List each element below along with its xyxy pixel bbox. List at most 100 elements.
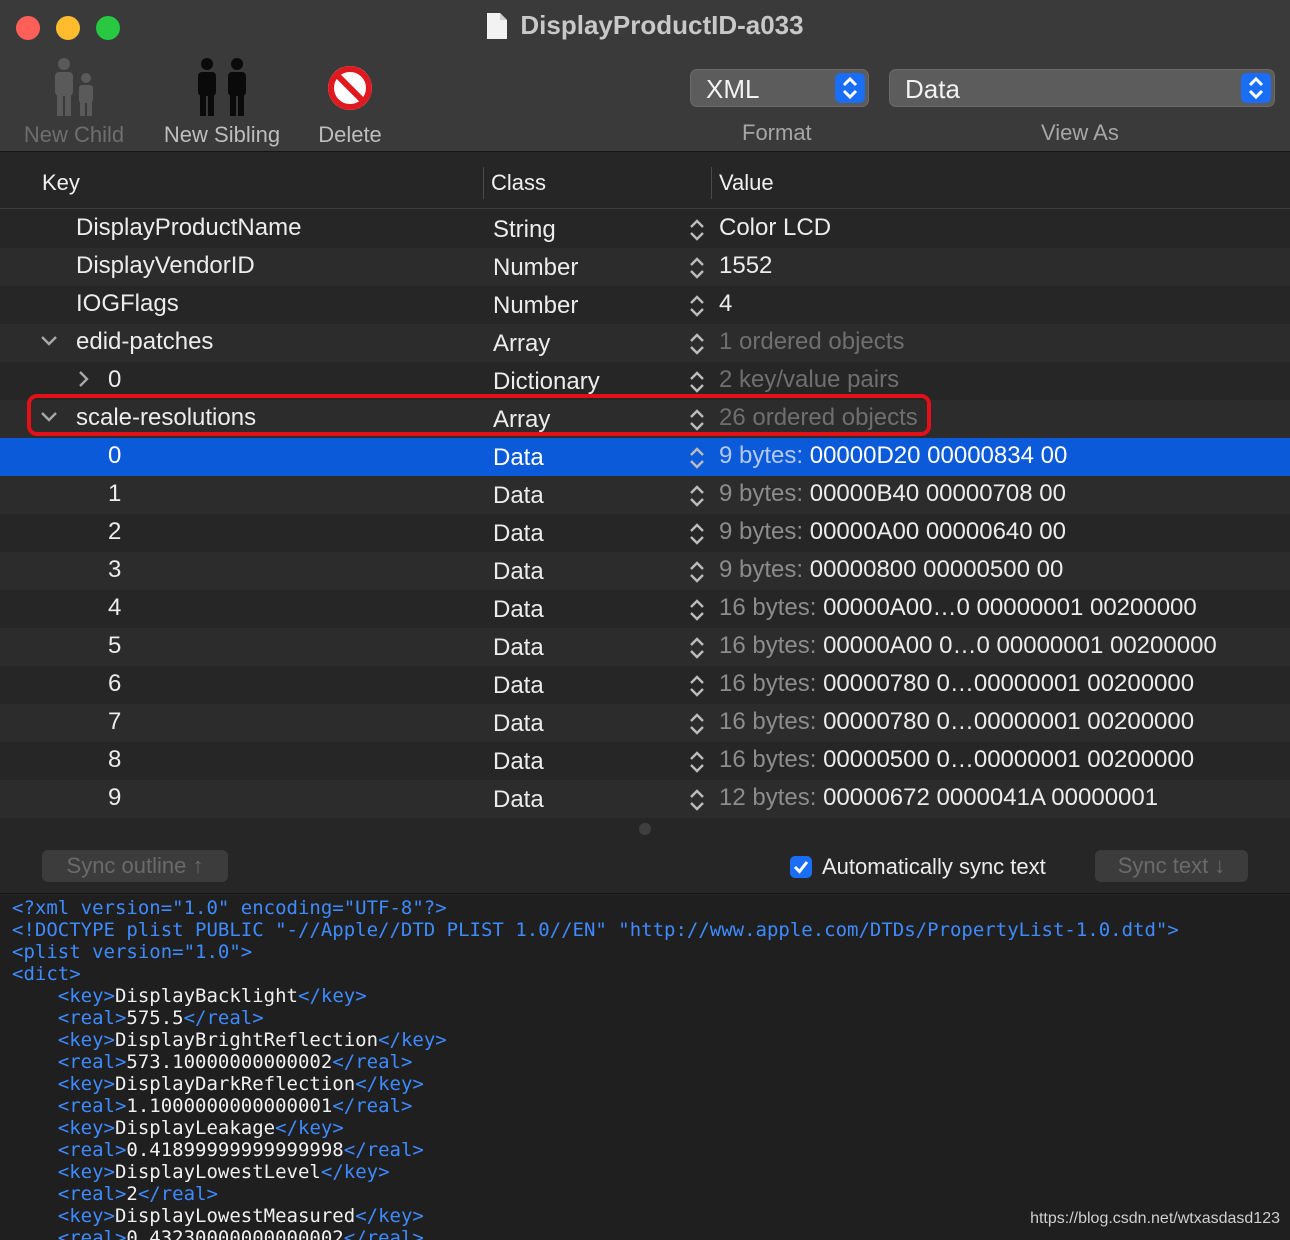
row-class[interactable]: Dictionary — [493, 368, 600, 396]
outline-row[interactable]: 2 Data 9 bytes: 00000A00 00000640 00 — [0, 514, 1290, 552]
class-stepper-icon[interactable] — [687, 673, 707, 699]
sync-text-button[interactable]: Sync text ↓ — [1095, 850, 1248, 882]
row-key[interactable]: 0 — [108, 366, 121, 394]
outline-row[interactable]: 9 Data 12 bytes: 00000672 0000041A 0000000… — [0, 780, 1290, 818]
row-class[interactable]: Data — [493, 596, 544, 624]
class-stepper-icon[interactable] — [687, 521, 707, 547]
row-class[interactable]: Data — [493, 672, 544, 700]
row-value[interactable]: 1 ordered objects — [719, 328, 904, 356]
disclosure-expanded-icon[interactable] — [37, 326, 61, 356]
class-stepper-icon[interactable] — [687, 597, 707, 623]
row-value[interactable]: 9 bytes: 00000B40 00000708 00 — [719, 480, 1066, 508]
row-key[interactable]: 5 — [108, 632, 121, 660]
row-class[interactable]: String — [493, 216, 556, 244]
row-value[interactable]: 16 bytes: 00000A00 0…0 00000001 00200000 — [719, 632, 1217, 660]
row-class[interactable]: Data — [493, 520, 544, 548]
row-key[interactable]: edid-patches — [76, 328, 213, 356]
outline-row[interactable]: DisplayVendorID Number 1552 — [0, 248, 1290, 286]
new-sibling-button[interactable]: New Sibling — [156, 56, 288, 148]
row-class[interactable]: Array — [493, 330, 550, 358]
row-class[interactable]: Data — [493, 444, 544, 472]
row-value[interactable]: 16 bytes: 00000500 0…00000001 00200000 — [719, 746, 1194, 774]
delete-button[interactable]: Delete — [306, 56, 394, 148]
column-value[interactable]: Value — [719, 170, 774, 196]
row-class[interactable]: Data — [493, 558, 544, 586]
class-stepper-icon[interactable] — [687, 217, 707, 243]
xml-source-editor[interactable]: <?xml version="1.0" encoding="UTF-8"?> <!… — [0, 895, 1290, 1240]
row-key[interactable]: 1 — [108, 480, 121, 508]
row-value[interactable]: 4 — [719, 290, 732, 318]
class-stepper-icon[interactable] — [687, 445, 707, 471]
checkmark-icon — [793, 861, 809, 874]
row-key[interactable]: 8 — [108, 746, 121, 774]
row-key[interactable]: 2 — [108, 518, 121, 546]
class-stepper-icon[interactable] — [687, 559, 707, 585]
column-divider[interactable] — [483, 167, 484, 199]
row-key[interactable]: 6 — [108, 670, 121, 698]
row-value[interactable]: 16 bytes: 00000780 0…00000001 00200000 — [719, 670, 1194, 698]
split-view-handle[interactable] — [639, 823, 651, 835]
class-stepper-icon[interactable] — [687, 635, 707, 661]
row-key[interactable]: 3 — [108, 556, 121, 584]
row-value[interactable]: 1552 — [719, 252, 772, 280]
row-class[interactable]: Number — [493, 254, 578, 282]
format-stepper-icon — [835, 73, 865, 103]
auto-sync-checkbox[interactable] — [790, 856, 812, 878]
row-class[interactable]: Data — [493, 634, 544, 662]
xml-text — [12, 1073, 58, 1095]
outline-row[interactable]: 4 Data 16 bytes: 00000A00…0 00000001 00200… — [0, 590, 1290, 628]
class-stepper-icon[interactable] — [687, 787, 707, 813]
row-key[interactable]: DisplayVendorID — [76, 252, 255, 280]
row-key[interactable]: 4 — [108, 594, 121, 622]
row-class[interactable]: Data — [493, 710, 544, 738]
column-key[interactable]: Key — [42, 170, 80, 196]
format-popup[interactable]: XML — [690, 69, 869, 107]
row-value[interactable]: Color LCD — [719, 214, 831, 242]
new-child-button[interactable]: New Child — [18, 56, 130, 148]
outline-row[interactable]: 0 Data 9 bytes: 00000D20 00000834 00 — [0, 438, 1290, 476]
class-stepper-icon[interactable] — [687, 293, 707, 319]
row-key[interactable]: 0 — [108, 442, 121, 470]
outline-row[interactable]: 5 Data 16 bytes: 00000A00 0…0 00000001 002… — [0, 628, 1290, 666]
outline-row[interactable]: 1 Data 9 bytes: 00000B40 00000708 00 — [0, 476, 1290, 514]
auto-sync-checkbox-group[interactable]: Automatically sync text — [790, 854, 1046, 880]
outline-row[interactable]: 6 Data 16 bytes: 00000780 0…00000001 00200… — [0, 666, 1290, 704]
row-class[interactable]: Number — [493, 292, 578, 320]
row-key[interactable]: 7 — [108, 708, 121, 736]
view-as-popup[interactable]: Data — [889, 69, 1275, 107]
row-class[interactable]: Data — [493, 748, 544, 776]
column-class[interactable]: Class — [491, 170, 546, 196]
class-stepper-icon[interactable] — [687, 483, 707, 509]
row-value[interactable]: 16 bytes: 00000780 0…00000001 00200000 — [719, 708, 1194, 736]
class-stepper-icon[interactable] — [687, 711, 707, 737]
disclosure-collapsed-icon[interactable] — [71, 364, 95, 394]
value-text: 00000672 0000041A 00000001 — [823, 784, 1159, 811]
xml-line: <real>575.5</real> — [12, 1007, 1290, 1029]
class-stepper-icon[interactable] — [687, 369, 707, 395]
outline-view[interactable]: Key Class Value DisplayProductName String… — [0, 153, 1290, 819]
row-value[interactable]: 9 bytes: 00000D20 00000834 00 — [719, 442, 1067, 470]
row-key[interactable]: DisplayProductName — [76, 214, 301, 242]
outline-row[interactable]: edid-patches Array 1 ordered objects — [0, 324, 1290, 362]
outline-row[interactable]: 3 Data 9 bytes: 00000800 00000500 00 — [0, 552, 1290, 590]
row-value[interactable]: 9 bytes: 00000A00 00000640 00 — [719, 518, 1066, 546]
row-class[interactable]: Data — [493, 786, 544, 814]
row-key[interactable]: 9 — [108, 784, 121, 812]
outline-row[interactable]: 7 Data 16 bytes: 00000780 0…00000001 00200… — [0, 704, 1290, 742]
row-key[interactable]: IOGFlags — [76, 290, 179, 318]
row-class[interactable]: Data — [493, 482, 544, 510]
row-value[interactable]: 9 bytes: 00000800 00000500 00 — [719, 556, 1063, 584]
outline-row[interactable]: IOGFlags Number 4 — [0, 286, 1290, 324]
class-stepper-icon[interactable] — [687, 749, 707, 775]
column-divider[interactable] — [711, 167, 712, 199]
xml-tag: </key> — [378, 1029, 447, 1051]
class-stepper-icon[interactable] — [687, 255, 707, 281]
xml-line: <?xml version="1.0" encoding="UTF-8"?> — [12, 897, 1290, 919]
outline-row[interactable]: DisplayProductName String Color LCD — [0, 210, 1290, 248]
row-value[interactable]: 2 key/value pairs — [719, 366, 899, 394]
row-value[interactable]: 16 bytes: 00000A00…0 00000001 00200000 — [719, 594, 1197, 622]
outline-row[interactable]: 8 Data 16 bytes: 00000500 0…00000001 00200… — [0, 742, 1290, 780]
class-stepper-icon[interactable] — [687, 331, 707, 357]
sync-outline-button[interactable]: Sync outline ↑ — [42, 850, 228, 882]
row-value[interactable]: 12 bytes: 00000672 0000041A 00000001 — [719, 784, 1158, 812]
